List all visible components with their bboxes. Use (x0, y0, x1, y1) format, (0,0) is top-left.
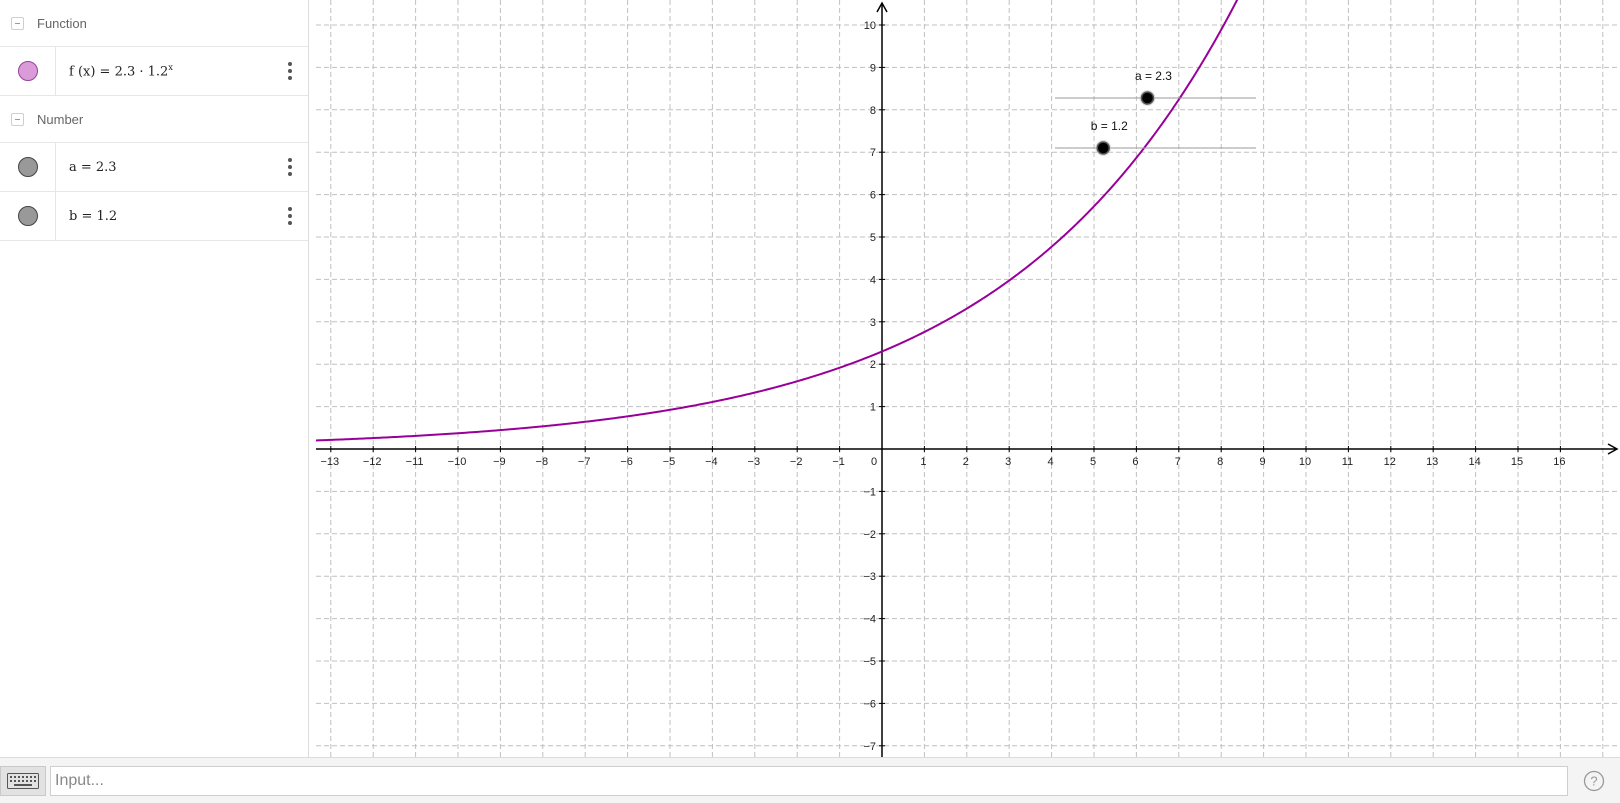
x-tick-label: 3 (1005, 456, 1011, 468)
x-tick-label: −8 (536, 456, 549, 468)
graph-canvas[interactable]: −13 −12 −11 −10 −9 −8 −7 −6 −5 −4 −3 −2 −1 0 1 2 3 4 5 6 7 8 9… (316, 0, 1620, 757)
y-tick-label: 3 (870, 317, 876, 329)
x-tick-label: 10 (1299, 456, 1311, 468)
algebra-row-b[interactable]: b = 1.2 (0, 192, 308, 241)
y-tick-label: −5 (863, 656, 876, 668)
function-exponent: x (168, 62, 173, 72)
x-tick-label: 15 (1511, 456, 1523, 468)
x-tick-label: −1 (832, 456, 845, 468)
algebra-row-a[interactable]: a = 2.3 (0, 143, 308, 192)
x-tick-label: −4 (705, 456, 718, 468)
visibility-toggle-f[interactable] (17, 61, 38, 81)
x-tick-label: 8 (1217, 456, 1223, 468)
y-tick-label: −3 (863, 571, 876, 583)
x-tick-label: 14 (1468, 456, 1480, 468)
y-tick-label: 7 (870, 147, 876, 159)
x-tick-label: 13 (1426, 456, 1438, 468)
y-tick-label: −2 (863, 529, 876, 541)
number-b-definition[interactable]: b = 1.2 (69, 209, 117, 224)
y-tick-label: 2 (870, 359, 876, 371)
x-tick-label: −12 (363, 456, 382, 468)
svg-text:?: ? (1590, 774, 1597, 789)
slider-knob[interactable] (1096, 141, 1110, 155)
more-menu-icon[interactable] (284, 157, 296, 177)
y-tick-label: −1 (863, 486, 876, 498)
x-tick-label: 7 (1175, 456, 1181, 468)
x-tick-label: −3 (748, 456, 761, 468)
y-tick-label: −6 (863, 698, 876, 710)
x-tick-label: −10 (448, 456, 467, 468)
x-tick-label: −11 (406, 456, 424, 468)
y-tick-label: −4 (863, 614, 876, 626)
x-tick-label: 9 (1260, 456, 1266, 468)
x-tick-label: 12 (1384, 456, 1396, 468)
y-tick-label: 8 (870, 105, 876, 117)
y-tick-label: 5 (870, 232, 876, 244)
x-tick-label: 1 (920, 456, 926, 468)
keyboard-icon (7, 773, 39, 789)
x-tick-label: −13 (320, 456, 339, 468)
function-curve-f[interactable] (316, 0, 1242, 442)
visibility-toggle-a[interactable] (17, 157, 38, 177)
x-tick-label: 11 (1342, 456, 1353, 468)
y-tick-label: 10 (864, 20, 876, 32)
function-definition[interactable]: f (x) = 2.3 · 1.2x (69, 63, 173, 79)
graphics-view[interactable]: −13 −12 −11 −10 −9 −8 −7 −6 −5 −4 −3 −2 −1 0 1 2 3 4 5 6 7 8 9… (316, 0, 1620, 757)
marble-cell (0, 192, 56, 240)
number-a-definition[interactable]: a = 2.3 (69, 160, 117, 175)
more-menu-icon[interactable] (284, 61, 296, 81)
group-title: Number (37, 111, 84, 127)
x-tick-label: −5 (663, 456, 676, 468)
group-header-function: Function (0, 0, 308, 47)
more-menu-icon[interactable] (284, 206, 296, 226)
marble-cell (0, 143, 56, 191)
group-header-number: Number (0, 96, 308, 143)
input-field[interactable] (50, 766, 1568, 796)
x-tick-label: 5 (1090, 456, 1096, 468)
input-bar: ? (0, 757, 1620, 803)
collapse-number-button[interactable] (11, 112, 24, 126)
x-tick-label: 2 (963, 456, 969, 468)
algebra-row-f[interactable]: f (x) = 2.3 · 1.2x (0, 47, 308, 96)
y-tick-label: 4 (870, 274, 876, 286)
x-tick-label: 6 (1132, 456, 1138, 468)
slider-label: b = 1.2 (1091, 119, 1128, 133)
x-tick-label: −7 (578, 456, 591, 468)
x-tick-label: 16 (1553, 456, 1565, 468)
group-title: Function (37, 15, 87, 31)
function-text: f (x) = 2.3 · 1.2 (69, 64, 169, 80)
algebra-view: Function f (x) = 2.3 · 1.2x Number a = 2… (0, 0, 309, 757)
y-tick-label: 9 (870, 62, 876, 74)
y-tick-label: 1 (870, 402, 876, 414)
collapse-function-button[interactable] (11, 16, 24, 30)
x-tick-label: −2 (790, 456, 803, 468)
keyboard-button[interactable] (0, 766, 46, 796)
x-tick-label: 4 (1048, 456, 1054, 468)
slider-knob[interactable] (1140, 91, 1155, 105)
y-tick-label: −7 (863, 741, 876, 753)
x-tick-label: −6 (620, 456, 633, 468)
marble-cell (0, 47, 56, 95)
help-icon[interactable]: ? (1583, 770, 1605, 792)
y-tick-label: 6 (870, 190, 876, 202)
visibility-toggle-b[interactable] (17, 206, 38, 226)
x-tick-label: 0 (871, 456, 877, 468)
x-tick-label: −9 (493, 456, 506, 468)
slider-label: a = 2.3 (1135, 69, 1172, 83)
